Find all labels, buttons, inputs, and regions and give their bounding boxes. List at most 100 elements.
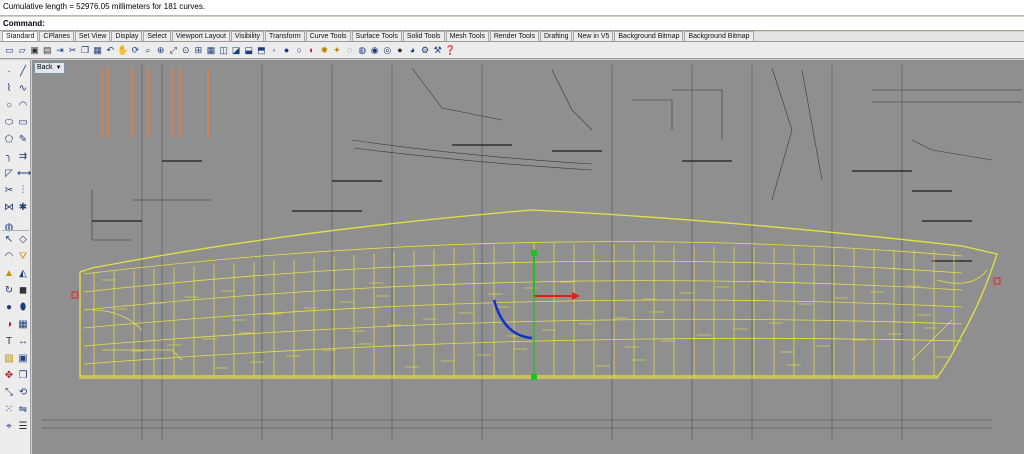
circle-icon[interactable]: ○ — [3, 100, 15, 112]
lock-icon[interactable]: ⬒ — [256, 45, 267, 56]
undo-icon[interactable]: ↶ — [105, 45, 116, 56]
new-file-icon[interactable]: ▭ — [4, 45, 15, 56]
analyze-icon[interactable]: ⌖ — [3, 421, 15, 433]
tab-transform[interactable]: Transform — [265, 31, 305, 41]
trim-icon[interactable]: ✂ — [3, 185, 15, 197]
help-icon[interactable]: ❓ — [445, 45, 456, 56]
chevron-down-icon[interactable]: ▼ — [56, 63, 62, 73]
four-views-icon[interactable]: ⊞ — [193, 45, 204, 56]
import-icon[interactable]: ⇥ — [54, 45, 65, 56]
texture-sphere-icon[interactable]: ◕ — [407, 45, 418, 56]
mirror-icon[interactable]: ⇋ — [17, 404, 29, 416]
ellipse-icon[interactable]: ⬭ — [3, 117, 15, 129]
arc-icon[interactable]: ◠ — [17, 100, 29, 112]
text-icon[interactable]: T — [3, 336, 15, 348]
cplane-icon[interactable]: ◪ — [231, 45, 242, 56]
copy-icon[interactable]: ❐ — [80, 45, 91, 56]
boolean-icon[interactable]: ◑ — [3, 319, 15, 331]
options-icon[interactable]: ⚙ — [420, 45, 431, 56]
shaded-icon[interactable]: ◍ — [357, 45, 368, 56]
point-off-icon[interactable]: ◦ — [268, 45, 279, 56]
rendered-sphere-icon[interactable]: ● — [394, 45, 405, 56]
pan-hand-icon[interactable]: ✋ — [117, 45, 128, 56]
offset-icon[interactable]: ⇉ — [17, 151, 29, 163]
tab-standard[interactable]: Standard — [2, 31, 39, 41]
scale-icon[interactable]: ⤡ — [3, 387, 15, 399]
tab-mesh-tools[interactable]: Mesh Tools — [445, 31, 489, 41]
viewport-title[interactable]: Back ▼ — [34, 62, 65, 74]
box-icon[interactable]: ◼ — [17, 285, 29, 297]
save-icon[interactable]: ▣ — [29, 45, 40, 56]
named-views-icon[interactable]: ◫ — [218, 45, 229, 56]
revolve-icon[interactable]: ↻ — [3, 285, 15, 297]
hide-icon[interactable]: ● — [281, 45, 292, 56]
explode-icon[interactable]: ✱ — [17, 202, 29, 214]
zoom-window-icon[interactable]: ⊕ — [155, 45, 166, 56]
grid-icon[interactable]: ▦ — [206, 45, 217, 56]
join-icon[interactable]: ⋈ — [3, 202, 15, 214]
freeform-icon[interactable]: ✎ — [17, 134, 29, 146]
tab-viewport-layout[interactable]: Viewport Layout — [171, 31, 230, 41]
tab-cplanes[interactable]: CPlanes — [39, 31, 74, 41]
tab-solid-tools[interactable]: Solid Tools — [402, 31, 445, 41]
sphere-icon[interactable]: ● — [3, 302, 15, 314]
tab-visibility[interactable]: Visibility — [230, 31, 265, 41]
chamfer-icon[interactable]: ◸ — [3, 168, 15, 180]
open-file-icon[interactable]: ▱ — [17, 45, 28, 56]
zoom-selected-icon[interactable]: ⊙ — [180, 45, 191, 56]
block-icon[interactable]: ▣ — [17, 353, 29, 365]
rotate-view-icon[interactable]: ⟳ — [130, 45, 141, 56]
zoom-dynamic-icon[interactable]: ⌕ — [143, 45, 154, 56]
zoom-extents-icon[interactable]: ⤢ — [168, 45, 179, 56]
car-icon[interactable]: ⬓ — [243, 45, 254, 56]
polygon-icon[interactable]: ⬠ — [3, 134, 15, 146]
copy-object-icon[interactable]: ❐ — [17, 370, 29, 382]
toolbar-options-icon[interactable]: ⚒ — [432, 45, 443, 56]
split-icon[interactable]: ⫶ — [17, 185, 29, 197]
extrude-icon[interactable]: ▲ — [3, 268, 15, 280]
light-icon[interactable]: ✦ — [331, 45, 342, 56]
print-icon[interactable]: ▤ — [42, 45, 53, 56]
properties-icon[interactable]: ☰ — [17, 421, 29, 433]
loft-icon[interactable]: ⛛ — [17, 251, 29, 263]
cut-icon[interactable]: ✂ — [67, 45, 78, 56]
hatch-icon[interactable]: ▨ — [3, 353, 15, 365]
polyline-icon[interactable]: ⌇ — [3, 83, 15, 95]
line-icon[interactable]: ╱ — [17, 66, 29, 78]
move-icon[interactable]: ✥ — [3, 370, 15, 382]
drawing-canvas[interactable] — [32, 60, 1024, 454]
point-icon[interactable]: · — [3, 66, 15, 78]
array-icon[interactable]: ⁙ — [3, 404, 15, 416]
mesh-icon[interactable]: ▦ — [17, 319, 29, 331]
material-icon[interactable]: ◎ — [382, 45, 393, 56]
sweep-icon[interactable]: ◭ — [17, 268, 29, 280]
tab-display[interactable]: Display — [111, 31, 143, 41]
curve-icon[interactable]: ∿ — [17, 83, 29, 95]
cylinder-icon[interactable]: ⬮ — [17, 302, 29, 314]
viewport-back[interactable]: Back ▼ — [32, 60, 1024, 454]
paste-icon[interactable]: ▦ — [92, 45, 103, 56]
tab-background-bitmap[interactable]: Background Bitmap — [684, 31, 754, 41]
surface-curve-icon[interactable]: ◠ — [3, 251, 15, 263]
tab-curve-tools[interactable]: Curve Tools — [305, 31, 351, 41]
plane-icon[interactable]: ◇ — [17, 234, 29, 246]
extend-icon[interactable]: ⟷ — [17, 168, 31, 180]
rectangle-icon[interactable]: ▭ — [17, 117, 29, 129]
tab-select[interactable]: Select — [143, 31, 171, 41]
tab-drafting[interactable]: Drafting — [539, 31, 573, 41]
dimension-icon[interactable]: ↔ — [17, 336, 29, 348]
color-icon[interactable]: ◐ — [306, 45, 317, 56]
tab-new-in-v5[interactable]: New in V5 — [573, 31, 614, 41]
tab-surface-tools[interactable]: Surface Tools — [351, 31, 402, 41]
rotate-object-icon[interactable]: ⟲ — [17, 387, 29, 399]
render-icon[interactable]: ◉ — [369, 45, 380, 56]
wireframe-icon[interactable]: ◌ — [344, 45, 355, 56]
tab-set-view[interactable]: Set View — [74, 31, 111, 41]
command-input[interactable] — [42, 18, 1012, 29]
fillet-icon[interactable]: ╮ — [3, 151, 15, 163]
show-icon[interactable]: ○ — [294, 45, 305, 56]
tab-background-bitmap[interactable]: Background Bitmap — [614, 31, 684, 41]
bulb-icon[interactable]: ✹ — [319, 45, 330, 56]
globe-icon[interactable]: ◍ — [3, 222, 15, 234]
tab-render-tools[interactable]: Render Tools — [489, 31, 539, 41]
